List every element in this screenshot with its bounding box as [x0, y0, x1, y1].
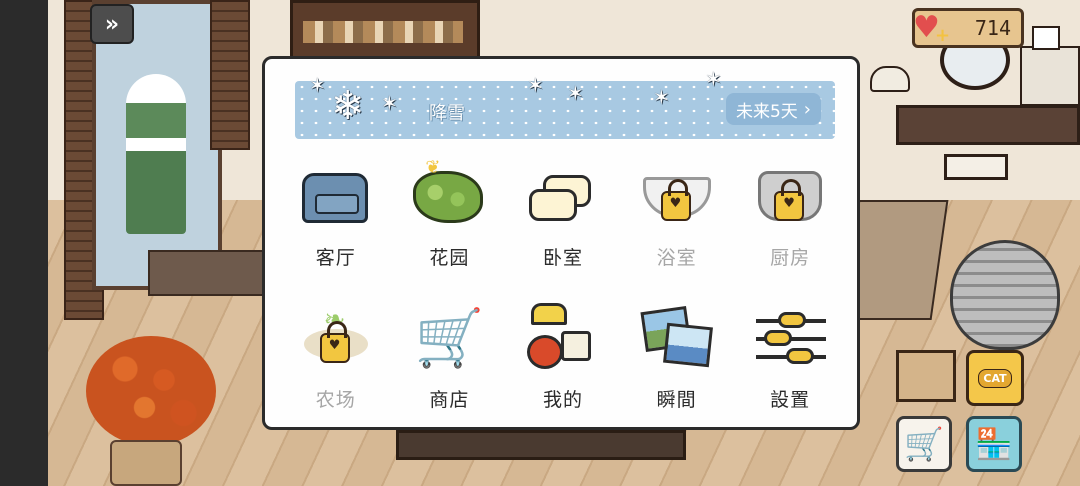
snowy-tree [126, 74, 186, 234]
vanity-desk [896, 105, 1080, 145]
menu-item-label: 厨房 [770, 247, 811, 269]
side-desk [148, 250, 278, 296]
photos-icon [637, 299, 717, 377]
table-lamp [870, 66, 910, 92]
cat-bowl-label: CAT [978, 368, 1012, 388]
snowflake-icon: ❄ [331, 83, 365, 129]
sofa-icon [296, 157, 376, 235]
hearts-count: 714 [974, 16, 1011, 40]
padlock-icon [774, 179, 805, 221]
room-menu-panel: ❄ ✶ ✶ ✶ ✶ ✶ ✶ 降雪 未来5天 › 客厅 ❦ 花园 卧室 浴室 [262, 56, 860, 430]
chevron-right-icon: › [803, 98, 811, 120]
wooden-crate[interactable] [896, 350, 956, 402]
menu-item-label: 卧室 [542, 247, 583, 269]
fast-forward-button[interactable]: » [90, 4, 134, 44]
double-chevron-icon: » [104, 11, 120, 37]
forecast-button[interactable]: 未来5天 › [725, 93, 821, 125]
room-grid: 客厅 ❦ 花园 卧室 浴室 厨房 ❧ 农场 🛒 商店 我的 [279, 157, 847, 423]
sparkle-icon: ✶ [705, 67, 722, 91]
books [303, 21, 463, 43]
menu-item-settings[interactable]: 設置 [733, 299, 847, 423]
orange-flowers [86, 336, 216, 446]
lamp-apple-mug-icon [523, 299, 603, 377]
window-shutter-right [210, 0, 250, 150]
menu-item-moments[interactable]: 瞬間 [620, 299, 734, 423]
coffee-table [396, 430, 686, 460]
cooking-pot-icon [750, 157, 830, 235]
sparkle-icon: ✶ [653, 85, 670, 109]
shopping-cart-button[interactable]: 🛒 [896, 416, 952, 472]
padlock-icon [660, 179, 691, 221]
menu-item-label: 我的 [542, 389, 583, 411]
padlock-icon [319, 321, 350, 363]
menu-item-bathroom[interactable]: 浴室 [620, 157, 734, 281]
left-edge [0, 0, 48, 486]
weather-banner: ❄ ✶ ✶ ✶ ✶ ✶ ✶ 降雪 未来5天 › [295, 67, 835, 139]
menu-item-kitchen[interactable]: 厨房 [733, 157, 847, 281]
forecast-label: 未来5天 [735, 101, 798, 122]
shopping-cart-icon: 🛒 [904, 425, 944, 463]
menu-item-label: 客厅 [315, 247, 356, 269]
sliders-icon [750, 299, 830, 377]
cat-food-bowl-button[interactable]: CAT [966, 350, 1024, 406]
bush-icon: ❦ [409, 157, 489, 235]
bathtub-icon [637, 157, 717, 235]
menu-item-label: 花园 [429, 247, 470, 269]
menu-item-garden[interactable]: ❦ 花园 [393, 157, 507, 281]
plus-icon: + [935, 25, 951, 46]
sparkle-icon: ✶ [381, 91, 398, 115]
storefront-icon: 🏪 [975, 426, 1013, 462]
weather-condition: 降雪 [429, 103, 465, 124]
bookshelf [290, 0, 480, 60]
drawer-cabinet [1020, 46, 1080, 106]
hearts-counter[interactable]: ♥ + 714 [912, 8, 1024, 48]
flower-basket [110, 440, 182, 486]
shop-button[interactable]: 🏪 [966, 416, 1022, 472]
menu-item-mine[interactable]: 我的 [506, 299, 620, 423]
menu-item-shop[interactable]: 🛒 商店 [393, 299, 507, 423]
menu-item-label: 浴室 [656, 247, 697, 269]
sparkle-icon: ✶ [567, 81, 584, 105]
sparkle-icon: ✶ [527, 73, 544, 97]
photo-frame [1032, 26, 1060, 50]
menu-item-label: 商店 [429, 389, 470, 411]
menu-item-label: 瞬間 [656, 389, 697, 411]
menu-item-farm[interactable]: ❧ 农场 [279, 299, 393, 423]
pillows-icon [523, 157, 603, 235]
menu-item-label: 农场 [315, 389, 356, 411]
sparkle-icon: ✶ [309, 73, 326, 97]
shopping-cart-icon: 🛒 [414, 306, 485, 371]
menu-item-label: 設置 [770, 389, 811, 411]
menu-item-living-room[interactable]: 客厅 [279, 157, 393, 281]
cat-bag[interactable] [950, 240, 1060, 350]
menu-item-bedroom[interactable]: 卧室 [506, 157, 620, 281]
sprout-icon: ❧ [296, 299, 376, 377]
stool [944, 154, 1008, 180]
